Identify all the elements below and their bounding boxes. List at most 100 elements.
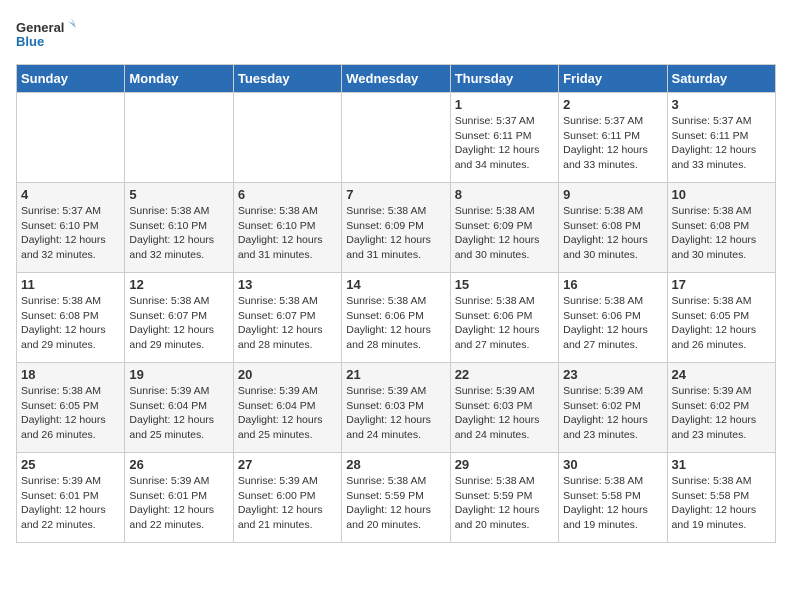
day-info: Sunrise: 5:38 AM Sunset: 6:07 PM Dayligh… — [129, 294, 228, 353]
day-info: Sunrise: 5:38 AM Sunset: 6:10 PM Dayligh… — [129, 204, 228, 263]
calendar-cell: 12 Sunrise: 5:38 AM Sunset: 6:07 PM Dayli… — [125, 273, 233, 363]
calendar-cell: 13Sunrise: 5:38 AM Sunset: 6:07 PM Dayli… — [233, 273, 341, 363]
day-number: 14 — [346, 277, 445, 292]
day-number: 2 — [563, 97, 662, 112]
calendar-cell: 9Sunrise: 5:38 AM Sunset: 6:08 PM Daylig… — [559, 183, 667, 273]
day-number: 28 — [346, 457, 445, 472]
day-number: 8 — [455, 187, 554, 202]
day-number: 31 — [672, 457, 771, 472]
day-info: Sunrise: 5:39 AM Sunset: 6:03 PM Dayligh… — [346, 384, 445, 443]
calendar-cell — [17, 93, 125, 183]
logo-svg: General Blue — [16, 16, 76, 56]
day-info: Sunrise: 5:38 AM Sunset: 5:59 PM Dayligh… — [346, 474, 445, 533]
day-info: Sunrise: 5:37 AM Sunset: 6:11 PM Dayligh… — [563, 114, 662, 173]
calendar-cell: 7Sunrise: 5:38 AM Sunset: 6:09 PM Daylig… — [342, 183, 450, 273]
column-header-thursday: Thursday — [450, 65, 558, 93]
calendar-cell: 16 Sunrise: 5:38 AM Sunset: 6:06 PM Dayli… — [559, 273, 667, 363]
calendar-cell: 28 Sunrise: 5:38 AM Sunset: 5:59 PM Dayli… — [342, 453, 450, 543]
calendar-cell: 18 Sunrise: 5:38 AM Sunset: 6:05 PM Dayli… — [17, 363, 125, 453]
calendar-cell: 23 Sunrise: 5:39 AM Sunset: 6:02 PM Dayli… — [559, 363, 667, 453]
calendar-table: SundayMondayTuesdayWednesdayThursdayFrid… — [16, 64, 776, 543]
column-header-sunday: Sunday — [17, 65, 125, 93]
calendar-cell — [233, 93, 341, 183]
calendar-cell: 15Sunrise: 5:38 AM Sunset: 6:06 PM Dayli… — [450, 273, 558, 363]
day-info: Sunrise: 5:37 AM Sunset: 6:10 PM Dayligh… — [21, 204, 120, 263]
day-number: 22 — [455, 367, 554, 382]
column-header-monday: Monday — [125, 65, 233, 93]
day-number: 26 — [129, 457, 228, 472]
day-number: 4 — [21, 187, 120, 202]
calendar-cell: 19Sunrise: 5:39 AM Sunset: 6:04 PM Dayli… — [125, 363, 233, 453]
day-info: Sunrise: 5:38 AM Sunset: 6:06 PM Dayligh… — [455, 294, 554, 353]
column-header-tuesday: Tuesday — [233, 65, 341, 93]
day-number: 19 — [129, 367, 228, 382]
day-info: Sunrise: 5:39 AM Sunset: 6:04 PM Dayligh… — [238, 384, 337, 443]
column-header-friday: Friday — [559, 65, 667, 93]
day-number: 11 — [21, 277, 120, 292]
day-info: Sunrise: 5:38 AM Sunset: 6:06 PM Dayligh… — [346, 294, 445, 353]
logo: General Blue — [16, 16, 76, 56]
day-number: 27 — [238, 457, 337, 472]
day-number: 3 — [672, 97, 771, 112]
day-info: Sunrise: 5:38 AM Sunset: 5:59 PM Dayligh… — [455, 474, 554, 533]
day-info: Sunrise: 5:38 AM Sunset: 6:07 PM Dayligh… — [238, 294, 337, 353]
calendar-cell: 4 Sunrise: 5:37 AM Sunset: 6:10 PM Daylig… — [17, 183, 125, 273]
day-number: 1 — [455, 97, 554, 112]
day-number: 23 — [563, 367, 662, 382]
day-number: 9 — [563, 187, 662, 202]
calendar-cell: 14 Sunrise: 5:38 AM Sunset: 6:06 PM Dayli… — [342, 273, 450, 363]
svg-text:Blue: Blue — [16, 34, 44, 49]
calendar-cell: 27Sunrise: 5:39 AM Sunset: 6:00 PM Dayli… — [233, 453, 341, 543]
day-number: 6 — [238, 187, 337, 202]
day-number: 20 — [238, 367, 337, 382]
day-info: Sunrise: 5:38 AM Sunset: 5:58 PM Dayligh… — [672, 474, 771, 533]
week-row-3: 11 Sunrise: 5:38 AM Sunset: 6:08 PM Dayli… — [17, 273, 776, 363]
day-info: Sunrise: 5:39 AM Sunset: 6:02 PM Dayligh… — [672, 384, 771, 443]
day-info: Sunrise: 5:38 AM Sunset: 6:05 PM Dayligh… — [21, 384, 120, 443]
day-number: 18 — [21, 367, 120, 382]
day-number: 10 — [672, 187, 771, 202]
calendar-cell: 3 Sunrise: 5:37 AM Sunset: 6:11 PM Daylig… — [667, 93, 775, 183]
column-header-wednesday: Wednesday — [342, 65, 450, 93]
day-info: Sunrise: 5:39 AM Sunset: 6:01 PM Dayligh… — [21, 474, 120, 533]
day-number: 24 — [672, 367, 771, 382]
calendar-cell: 30 Sunrise: 5:38 AM Sunset: 5:58 PM Dayli… — [559, 453, 667, 543]
calendar-cell: 24 Sunrise: 5:39 AM Sunset: 6:02 PM Dayli… — [667, 363, 775, 453]
svg-text:General: General — [16, 20, 64, 35]
week-row-4: 18 Sunrise: 5:38 AM Sunset: 6:05 PM Dayli… — [17, 363, 776, 453]
day-number: 12 — [129, 277, 228, 292]
day-info: Sunrise: 5:39 AM Sunset: 6:03 PM Dayligh… — [455, 384, 554, 443]
calendar-cell: 1 Sunrise: 5:37 AM Sunset: 6:11 PM Daylig… — [450, 93, 558, 183]
day-info: Sunrise: 5:39 AM Sunset: 6:02 PM Dayligh… — [563, 384, 662, 443]
day-info: Sunrise: 5:38 AM Sunset: 6:10 PM Dayligh… — [238, 204, 337, 263]
day-info: Sunrise: 5:37 AM Sunset: 6:11 PM Dayligh… — [455, 114, 554, 173]
day-info: Sunrise: 5:39 AM Sunset: 6:01 PM Dayligh… — [129, 474, 228, 533]
day-number: 30 — [563, 457, 662, 472]
day-number: 16 — [563, 277, 662, 292]
calendar-cell: 21 Sunrise: 5:39 AM Sunset: 6:03 PM Dayli… — [342, 363, 450, 453]
calendar-cell: 31 Sunrise: 5:38 AM Sunset: 5:58 PM Dayli… — [667, 453, 775, 543]
week-row-1: 1 Sunrise: 5:37 AM Sunset: 6:11 PM Daylig… — [17, 93, 776, 183]
calendar-cell — [342, 93, 450, 183]
day-number: 7 — [346, 187, 445, 202]
calendar-cell: 5Sunrise: 5:38 AM Sunset: 6:10 PM Daylig… — [125, 183, 233, 273]
calendar-cell: 26 Sunrise: 5:39 AM Sunset: 6:01 PM Dayli… — [125, 453, 233, 543]
day-info: Sunrise: 5:38 AM Sunset: 6:09 PM Dayligh… — [455, 204, 554, 263]
calendar-cell: 2 Sunrise: 5:37 AM Sunset: 6:11 PM Daylig… — [559, 93, 667, 183]
day-number: 21 — [346, 367, 445, 382]
day-number: 29 — [455, 457, 554, 472]
week-row-5: 25Sunrise: 5:39 AM Sunset: 6:01 PM Dayli… — [17, 453, 776, 543]
calendar-cell: 6 Sunrise: 5:38 AM Sunset: 6:10 PM Daylig… — [233, 183, 341, 273]
calendar-cell: 22 Sunrise: 5:39 AM Sunset: 6:03 PM Dayli… — [450, 363, 558, 453]
calendar-cell: 25Sunrise: 5:39 AM Sunset: 6:01 PM Dayli… — [17, 453, 125, 543]
day-info: Sunrise: 5:38 AM Sunset: 6:08 PM Dayligh… — [21, 294, 120, 353]
day-info: Sunrise: 5:38 AM Sunset: 6:05 PM Dayligh… — [672, 294, 771, 353]
calendar-cell: 29 Sunrise: 5:38 AM Sunset: 5:59 PM Dayli… — [450, 453, 558, 543]
day-info: Sunrise: 5:38 AM Sunset: 5:58 PM Dayligh… — [563, 474, 662, 533]
day-info: Sunrise: 5:37 AM Sunset: 6:11 PM Dayligh… — [672, 114, 771, 173]
column-header-saturday: Saturday — [667, 65, 775, 93]
day-info: Sunrise: 5:38 AM Sunset: 6:06 PM Dayligh… — [563, 294, 662, 353]
day-number: 17 — [672, 277, 771, 292]
calendar-cell: 20 Sunrise: 5:39 AM Sunset: 6:04 PM Dayli… — [233, 363, 341, 453]
calendar-cell: 11 Sunrise: 5:38 AM Sunset: 6:08 PM Dayli… — [17, 273, 125, 363]
